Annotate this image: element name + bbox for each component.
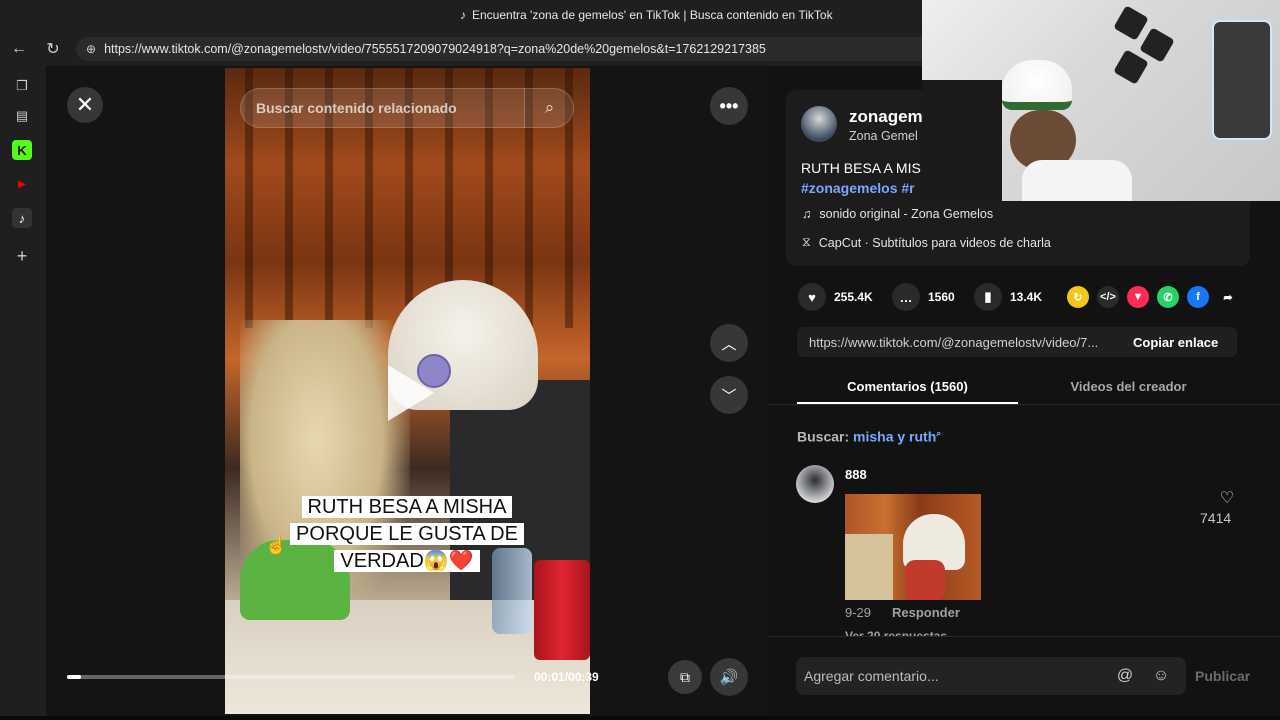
volume-icon: 🔊 bbox=[719, 669, 739, 686]
like-button[interactable]: ♥ 255.4K bbox=[798, 283, 873, 311]
tiktok-favicon-icon: ♪ bbox=[460, 8, 466, 22]
search-icon: ⌕ bbox=[936, 428, 942, 438]
tab-creator-videos[interactable]: Videos del creador bbox=[1018, 379, 1239, 394]
arrow-left-icon[interactable]: ← bbox=[8, 38, 30, 60]
reload-icon[interactable]: ↻ bbox=[42, 38, 64, 60]
video-caption: RUTH BESA A MISHA PORQUE LE GUSTA DE VER… bbox=[281, 494, 533, 575]
capcut-label: CapCut · Subtítulos para videos de charl… bbox=[818, 235, 1051, 250]
search-suggestion-term[interactable]: misha y ruth bbox=[853, 429, 936, 445]
save-count: 13.4K bbox=[1010, 290, 1043, 304]
next-video-button[interactable]: ﹀ bbox=[710, 376, 748, 414]
comment-button[interactable]: … 1560 bbox=[892, 283, 955, 311]
playback-time: 00:01/00:39 bbox=[534, 670, 599, 684]
sound-link[interactable]: ♫ sonido original - Zona Gemelos bbox=[802, 207, 993, 221]
repost-icon[interactable]: ↻ bbox=[1067, 286, 1089, 308]
capcut-link[interactable]: ⧖ CapCut · Subtítulos para videos de cha… bbox=[802, 235, 1051, 250]
close-button[interactable]: ✕ bbox=[67, 87, 103, 123]
mouse-cursor-icon: ☝ bbox=[265, 535, 288, 555]
facebook-icon[interactable]: f bbox=[1187, 286, 1209, 308]
tabs-icon[interactable]: ❐ bbox=[12, 76, 32, 96]
comment-count: 1560 bbox=[928, 290, 955, 304]
more-icon: ••• bbox=[719, 95, 739, 116]
wall-hexagon bbox=[1113, 5, 1149, 41]
red-edit-scribble bbox=[905, 560, 945, 600]
close-icon: ✕ bbox=[75, 92, 95, 117]
streamer-cap bbox=[1002, 60, 1072, 110]
previous-video-button[interactable]: ︿ bbox=[710, 324, 748, 362]
reply-button[interactable]: Responder bbox=[892, 605, 960, 620]
browser-sidebar: ❐ ▤ K ▶ ♪ + bbox=[0, 66, 46, 720]
address-bar[interactable]: ⊕ https://www.tiktok.com/@zonagemelostv/… bbox=[76, 37, 936, 61]
like-count: 255.4K bbox=[834, 290, 873, 304]
share-link-text[interactable]: https://www.tiktok.com/@zonagemelostv/vi… bbox=[809, 335, 1119, 350]
emoji-icon[interactable]: ☺ bbox=[1150, 665, 1172, 687]
comment-username[interactable]: 888 bbox=[845, 467, 867, 482]
caption-line: VERDAD😱❤️ bbox=[334, 550, 480, 572]
progress-fill bbox=[67, 675, 81, 679]
collections-icon[interactable]: ▤ bbox=[12, 106, 32, 126]
search-suggestion[interactable]: Buscar: misha y ruth⌕ bbox=[797, 428, 941, 445]
comment-placeholder: Agregar comentario... bbox=[804, 668, 939, 684]
pip-icon: ⧉ bbox=[680, 668, 690, 685]
site-info-icon[interactable]: ⊕ bbox=[86, 42, 96, 56]
share-arrow-icon[interactable]: ➦ bbox=[1217, 286, 1239, 308]
composer-divider bbox=[768, 636, 1280, 637]
tab-comments[interactable]: Comentarios (1560) bbox=[797, 379, 1018, 394]
comment-date: 9-29 bbox=[845, 605, 872, 620]
browser-tab[interactable]: ♪ Encuentra 'zona de gemelos' en TikTok … bbox=[460, 8, 833, 22]
add-icon[interactable]: + bbox=[12, 246, 32, 266]
more-options-button[interactable]: ••• bbox=[710, 87, 748, 125]
post-description: RUTH BESA A MIS bbox=[801, 160, 921, 176]
chair bbox=[922, 80, 1002, 201]
tiktok-icon[interactable]: ♪ bbox=[12, 208, 32, 228]
caption-line: PORQUE LE GUSTA DE bbox=[290, 523, 524, 545]
sound-label: sonido original - Zona Gemelos bbox=[819, 207, 994, 221]
whatsapp-icon[interactable]: ✆ bbox=[1157, 286, 1179, 308]
wall-hexagon bbox=[1139, 27, 1175, 63]
comment-like-count: 7414 bbox=[1200, 510, 1232, 526]
play-icon[interactable] bbox=[388, 365, 434, 421]
creator-handle[interactable]: zonagem bbox=[849, 107, 923, 127]
webcam-overlay bbox=[922, 0, 1280, 201]
picture-in-picture-button[interactable]: ⧉ bbox=[668, 660, 702, 694]
kick-icon[interactable]: K bbox=[12, 140, 32, 160]
soda-can bbox=[534, 560, 590, 660]
heart-outline-icon[interactable]: ♡ bbox=[1210, 488, 1244, 508]
chevron-down-icon: ﹀ bbox=[721, 387, 737, 405]
related-search-placeholder: Buscar contenido relacionado bbox=[256, 100, 457, 116]
mention-icon[interactable]: @ bbox=[1114, 665, 1136, 687]
search-suggestion-prefix: Buscar: bbox=[797, 428, 850, 445]
search-icon[interactable]: ⌕ bbox=[524, 88, 574, 128]
save-button[interactable]: ▮ 13.4K bbox=[974, 283, 1042, 311]
creator-name[interactable]: Zona Gemel bbox=[849, 129, 918, 143]
comment-avatar[interactable] bbox=[796, 465, 834, 503]
embed-icon[interactable]: </> bbox=[1097, 286, 1119, 308]
bottom-scrollbar[interactable] bbox=[0, 716, 1280, 720]
bookmark-icon: ▮ bbox=[974, 283, 1002, 311]
comment-input[interactable]: Agregar comentario... @ ☺ bbox=[796, 657, 1186, 695]
share-link-box: https://www.tiktok.com/@zonagemelostv/vi… bbox=[797, 327, 1237, 357]
post-hashtags[interactable]: #zonagemelos #r bbox=[801, 180, 915, 196]
youtube-icon[interactable]: ▶ bbox=[12, 174, 32, 194]
streamer-shirt bbox=[1022, 160, 1132, 201]
url-text[interactable]: https://www.tiktok.com/@zonagemelostv/vi… bbox=[104, 42, 766, 56]
send-icon[interactable]: ▼ bbox=[1127, 286, 1149, 308]
volume-button[interactable]: 🔊 bbox=[710, 658, 748, 696]
capcut-icon: ⧖ bbox=[802, 235, 811, 249]
wall-light-panel bbox=[1212, 20, 1272, 140]
tab-divider bbox=[768, 404, 1280, 405]
music-note-icon: ♫ bbox=[802, 207, 812, 221]
person-hair bbox=[845, 534, 893, 600]
caption-line: RUTH BESA A MISHA bbox=[301, 496, 513, 518]
creator-avatar[interactable] bbox=[801, 106, 837, 142]
wall-hexagon bbox=[1113, 49, 1149, 85]
comment-image[interactable] bbox=[845, 494, 981, 600]
tab-title: Encuentra 'zona de gemelos' en TikTok | … bbox=[472, 8, 833, 22]
comment-icon: … bbox=[892, 283, 920, 311]
progress-track[interactable] bbox=[67, 675, 515, 679]
heart-icon: ♥ bbox=[798, 283, 826, 311]
post-comment-button[interactable]: Publicar bbox=[1195, 668, 1250, 684]
copy-link-button[interactable]: Copiar enlace bbox=[1133, 335, 1218, 350]
chevron-up-icon: ︿ bbox=[721, 335, 737, 353]
